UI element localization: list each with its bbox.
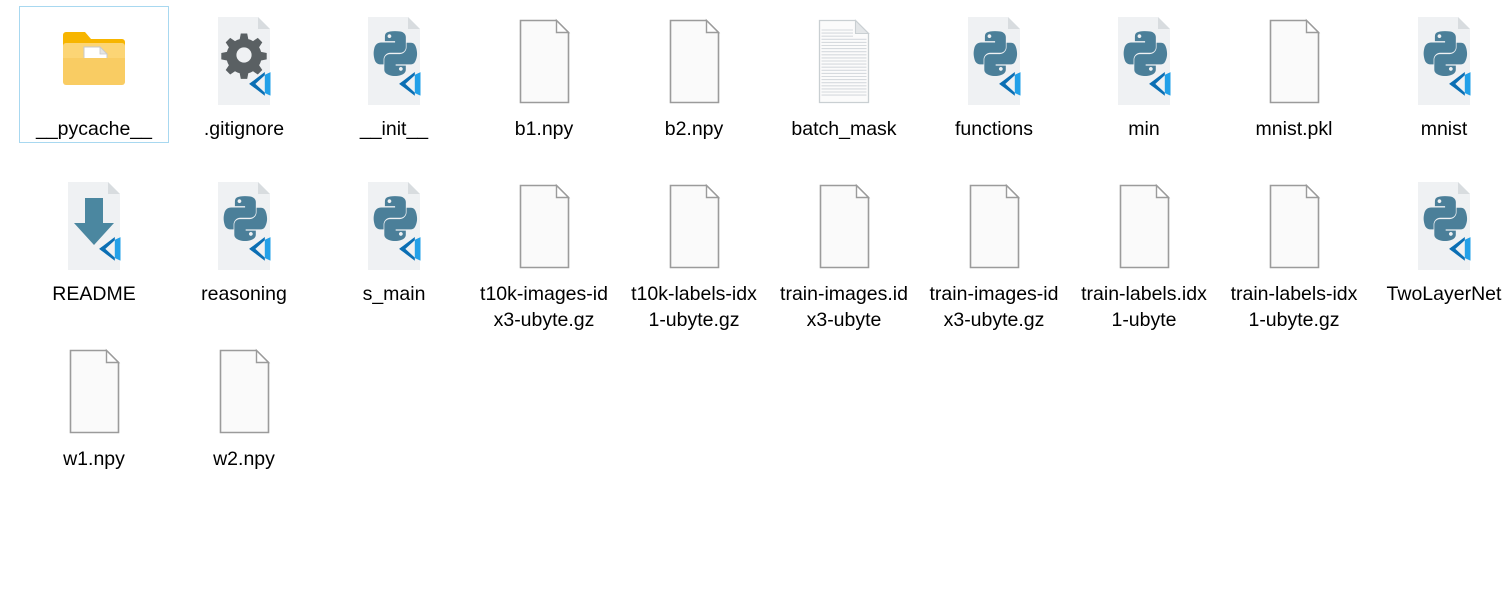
file-item[interactable]: __init__ <box>319 6 469 143</box>
blank-file-icon <box>658 13 730 109</box>
blank-file-icon <box>658 178 730 274</box>
file-name-label: min <box>1128 118 1160 140</box>
file-name-label: reasoning <box>201 283 287 305</box>
python-file-vscode-icon <box>1408 178 1480 274</box>
file-explorer-icon-grid[interactable]: __pycache__ .gitignore __init__ b1.npy b… <box>0 0 1512 608</box>
file-name-label: TwoLayerNet <box>1386 283 1502 305</box>
file-item[interactable]: t10k-images-idx3-ubyte.gz <box>469 171 619 334</box>
blank-file-icon <box>58 343 130 439</box>
file-item[interactable]: functions <box>919 6 1069 143</box>
file-item[interactable]: b2.npy <box>619 6 769 143</box>
file-item[interactable]: train-images-idx3-ubyte.gz <box>919 171 1069 334</box>
gear-file-vscode-icon <box>208 13 280 109</box>
python-file-vscode-icon <box>358 178 430 274</box>
python-file-vscode-icon <box>208 178 280 274</box>
file-item[interactable]: TwoLayerNet <box>1369 171 1512 308</box>
download-arrow-file-vscode-icon <box>58 178 130 274</box>
blank-file-icon <box>508 13 580 109</box>
file-item[interactable]: mnist.pkl <box>1219 6 1369 143</box>
blank-file-icon <box>1258 13 1330 109</box>
file-item[interactable]: w1.npy <box>19 336 169 473</box>
file-name-label: train-labels.idx1-ubyte <box>1081 283 1207 331</box>
file-item[interactable]: s_main <box>319 171 469 308</box>
file-name-label: s_main <box>362 283 426 305</box>
file-item[interactable]: train-images.idx3-ubyte <box>769 171 919 334</box>
file-name-label: t10k-labels-idx1-ubyte.gz <box>631 283 757 331</box>
file-item[interactable]: train-labels-idx1-ubyte.gz <box>1219 171 1369 334</box>
file-item[interactable]: reasoning <box>169 171 319 308</box>
file-item[interactable]: __pycache__ <box>19 6 169 143</box>
file-name-label: mnist <box>1420 118 1468 140</box>
blank-file-icon <box>208 343 280 439</box>
blank-file-icon <box>958 178 1030 274</box>
python-file-vscode-icon <box>358 13 430 109</box>
folder-icon <box>58 13 130 109</box>
file-name-label: batch_mask <box>791 118 897 140</box>
file-name-label: w1.npy <box>63 448 125 470</box>
file-item[interactable]: batch_mask <box>769 6 919 143</box>
file-name-label: __init__ <box>359 118 429 140</box>
file-name-label: README <box>52 283 136 305</box>
file-name-label: functions <box>954 118 1034 140</box>
python-file-vscode-icon <box>1108 13 1180 109</box>
file-item[interactable]: .gitignore <box>169 6 319 143</box>
file-item[interactable]: t10k-labels-idx1-ubyte.gz <box>619 171 769 334</box>
file-name-label: b2.npy <box>664 118 724 140</box>
blank-file-icon <box>1108 178 1180 274</box>
blank-file-icon <box>808 178 880 274</box>
file-name-label: w2.npy <box>213 448 275 470</box>
file-name-label: .gitignore <box>203 118 285 140</box>
file-item[interactable]: mnist <box>1369 6 1512 143</box>
python-file-vscode-icon <box>958 13 1030 109</box>
file-name-label: train-labels-idx1-ubyte.gz <box>1230 283 1358 331</box>
blank-file-icon <box>508 178 580 274</box>
file-item[interactable]: b1.npy <box>469 6 619 143</box>
file-name-label: b1.npy <box>514 118 574 140</box>
python-file-vscode-icon <box>1408 13 1480 109</box>
file-item[interactable]: min <box>1069 6 1219 143</box>
file-item[interactable]: README <box>19 171 169 308</box>
file-name-label: __pycache__ <box>35 118 152 140</box>
file-item[interactable]: w2.npy <box>169 336 319 473</box>
file-name-label: train-images-idx3-ubyte.gz <box>929 283 1059 331</box>
file-name-label: mnist.pkl <box>1255 118 1333 140</box>
text-document-icon <box>808 13 880 109</box>
file-item[interactable]: train-labels.idx1-ubyte <box>1069 171 1219 334</box>
file-name-label: train-images.idx3-ubyte <box>780 283 908 331</box>
blank-file-icon <box>1258 178 1330 274</box>
file-name-label: t10k-images-idx3-ubyte.gz <box>480 283 608 331</box>
